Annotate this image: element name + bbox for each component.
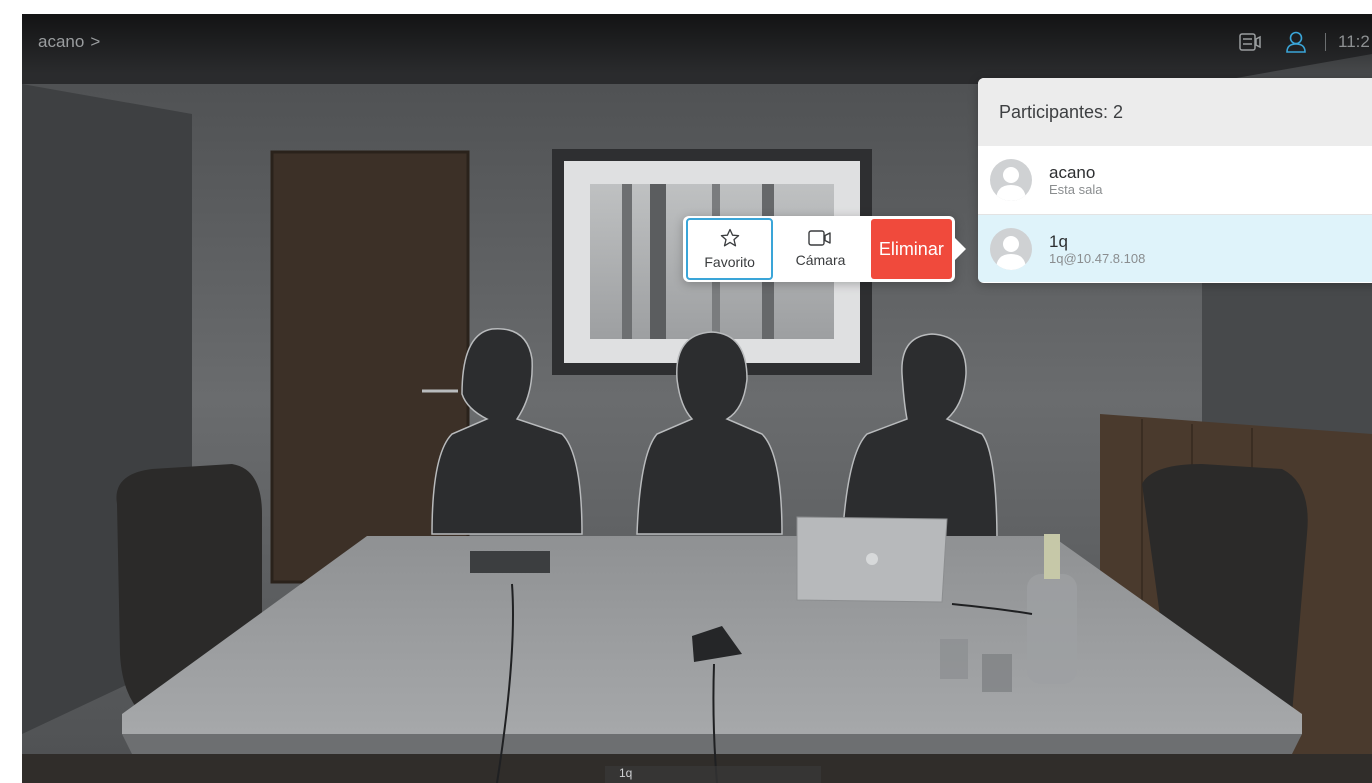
star-icon	[720, 228, 739, 247]
participants-list: acano Esta sala 1q 1q@10.47.8.108	[978, 146, 1372, 282]
avatar	[990, 227, 1032, 270]
participant-name: acano	[1049, 163, 1096, 182]
participant-detail: 1q@10.47.8.108	[1049, 250, 1146, 266]
avatar	[990, 159, 1032, 201]
participants-icon[interactable]	[1281, 28, 1311, 56]
participants-panel: Participantes: 2 acano Esta sala 1q 1q@1…	[978, 78, 1372, 283]
remove-label: Eliminar	[878, 238, 944, 259]
participants-count: Participantes: 2	[978, 78, 1372, 146]
layout-icon[interactable]	[1235, 28, 1265, 56]
room-name: acano	[38, 32, 85, 51]
call-name-button[interactable]: acano >	[38, 32, 100, 52]
remove-button[interactable]: Eliminar	[870, 219, 952, 279]
participant-actions-popup: Favorito Cámara Eliminar	[683, 216, 966, 282]
participant-name: 1q	[1049, 231, 1068, 251]
top-bar: acano > 11:2	[22, 14, 1372, 74]
self-view-label: 1q	[605, 766, 821, 783]
participant-row[interactable]: acano Esta sala	[978, 146, 1372, 214]
favorite-button[interactable]: Favorito	[686, 218, 774, 280]
camera-button[interactable]: Cámara	[773, 218, 867, 280]
clock: 11:2	[1338, 32, 1370, 51]
favorite-label: Favorito	[704, 254, 755, 270]
participant-detail: Esta sala	[1049, 182, 1103, 197]
chevron-right-icon: >	[90, 32, 101, 51]
video-call-screen: acano > 11:2 Favorito Cámara Eliminar Pa…	[22, 14, 1372, 783]
divider	[1325, 33, 1326, 51]
participant-row-selected[interactable]: 1q 1q@10.47.8.108	[978, 214, 1372, 282]
camera-icon	[808, 230, 832, 246]
camera-label: Cámara	[795, 252, 846, 268]
status-area: 11:2	[1235, 28, 1372, 56]
